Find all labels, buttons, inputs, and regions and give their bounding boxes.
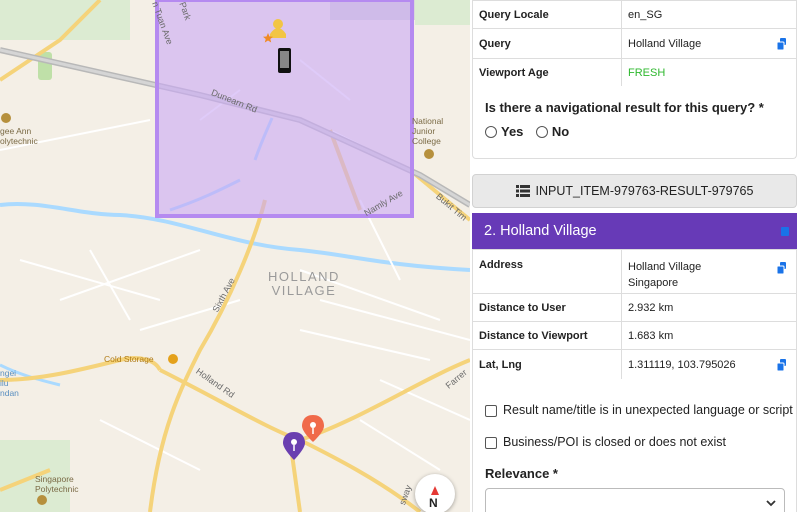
chevron-down-icon bbox=[766, 500, 776, 507]
table-row: Address Holland Village Singapore bbox=[472, 249, 797, 294]
latlng-value-cell: 1.311119, 103.795026 bbox=[621, 349, 797, 380]
yes-label: Yes bbox=[501, 124, 524, 140]
table-row: Distance to User 2.932 km bbox=[472, 293, 797, 322]
result-info-table: Address Holland Village Singapore Distan… bbox=[472, 249, 797, 380]
compass-letter: N bbox=[429, 496, 438, 510]
unexpected-language-label: Result name/title is in unexpected langu… bbox=[503, 403, 793, 417]
review-panel: Query Locale en_SG Query Holland Village… bbox=[470, 0, 802, 512]
input-item-button[interactable]: INPUT_ITEM-979763-RESULT-979765 bbox=[472, 174, 797, 208]
latlng-value: 1.311119, 103.795026 bbox=[628, 358, 736, 371]
address-value-cell: Holland Village Singapore bbox=[621, 249, 797, 294]
table-row: Lat, Lng 1.311119, 103.795026 bbox=[472, 349, 797, 380]
address-line-1: Holland Village bbox=[628, 261, 702, 273]
viewport-age-key: Viewport Age bbox=[472, 58, 622, 87]
map-view[interactable]: Dunearn Rd Sixth Ave Holland Rd Namly Av… bbox=[0, 0, 470, 512]
yes-radio[interactable] bbox=[485, 125, 497, 138]
input-item-label: INPUT_ITEM-979763-RESULT-979765 bbox=[535, 184, 754, 198]
distance-user-key: Distance to User bbox=[472, 293, 622, 322]
viewport-rectangle bbox=[155, 0, 414, 218]
navigational-options: Yes No bbox=[485, 123, 577, 141]
poi-label-cold-storage: Cold Storage bbox=[104, 354, 154, 364]
copy-icon[interactable] bbox=[777, 262, 788, 274]
copy-icon[interactable] bbox=[781, 225, 791, 237]
query-key: Query bbox=[472, 28, 622, 59]
distance-viewport-value: 1.683 km bbox=[621, 321, 797, 350]
query-value-cell: Holland Village bbox=[621, 28, 797, 59]
poi-label-left-edge: ngei ilu ndan bbox=[0, 368, 19, 398]
no-radio[interactable] bbox=[535, 125, 548, 138]
poi-label-national-junior: National Junior College bbox=[412, 116, 444, 146]
relevance-label: Relevance * bbox=[485, 466, 558, 481]
list-icon bbox=[515, 185, 530, 197]
map-canvas bbox=[0, 0, 470, 512]
relevance-select[interactable] bbox=[485, 488, 785, 512]
table-row: Query Locale en_SG bbox=[472, 0, 797, 29]
compass-button[interactable]: N bbox=[415, 474, 455, 512]
latlng-key: Lat, Lng bbox=[472, 349, 622, 380]
result-header: 2. Holland Village bbox=[472, 213, 797, 249]
copy-icon[interactable] bbox=[777, 37, 788, 50]
closed-business-checkbox[interactable] bbox=[485, 436, 497, 449]
address-key: Address bbox=[472, 249, 622, 294]
table-row: Distance to Viewport 1.683 km bbox=[472, 321, 797, 350]
closed-business-label: Business/POI is closed or does not exist bbox=[503, 435, 727, 449]
poi-label-ngee-ann: gee Ann olytechnic bbox=[0, 126, 38, 146]
viewport-age-value: FRESH bbox=[621, 58, 797, 87]
navigational-question: Is there a navigational result for this … bbox=[485, 100, 764, 115]
table-row: Viewport Age FRESH bbox=[472, 58, 797, 87]
query-info-table: Query Locale en_SG Query Holland Village… bbox=[472, 0, 797, 87]
unexpected-language-row[interactable]: Result name/title is in unexpected langu… bbox=[485, 403, 793, 417]
result-title: 2. Holland Village bbox=[484, 223, 597, 239]
distance-user-value: 2.932 km bbox=[621, 293, 797, 322]
closed-business-row[interactable]: Business/POI is closed or does not exist bbox=[485, 435, 726, 449]
query-locale-key: Query Locale bbox=[472, 0, 622, 29]
address-line-2: Singapore bbox=[628, 277, 679, 289]
query-value: Holland Village bbox=[628, 37, 702, 50]
area-label-holland-village: HOLLAND VILLAGE bbox=[268, 269, 340, 298]
no-label: No bbox=[551, 124, 570, 140]
unexpected-language-checkbox[interactable] bbox=[485, 404, 497, 417]
table-row: Query Holland Village bbox=[472, 28, 797, 59]
navigational-question-card: Is there a navigational result for this … bbox=[472, 86, 797, 159]
distance-viewport-key: Distance to Viewport bbox=[472, 321, 622, 350]
poi-label-singapore-poly: Singapore Polytechnic bbox=[35, 474, 79, 494]
query-locale-value: en_SG bbox=[621, 0, 797, 29]
copy-icon[interactable] bbox=[777, 358, 788, 371]
